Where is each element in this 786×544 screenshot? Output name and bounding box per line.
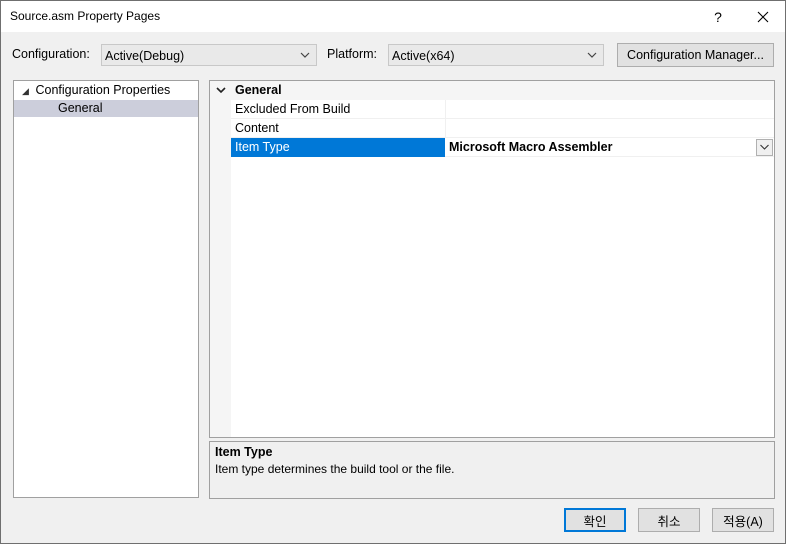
chevron-down-icon[interactable] <box>216 85 226 95</box>
collapse-triangle-icon[interactable]: ◢ <box>22 86 32 97</box>
category-label: General <box>235 83 282 97</box>
property-grid: General Excluded From Build Content Item… <box>209 80 775 438</box>
configuration-value: Active(Debug) <box>105 49 185 63</box>
property-pages-dialog: Source.asm Property Pages ? Configuratio… <box>0 0 786 544</box>
chevron-down-icon <box>587 52 597 58</box>
cancel-button[interactable]: 취소 <box>638 508 700 532</box>
chevron-down-icon <box>760 144 769 150</box>
item-type-dropdown-button[interactable] <box>756 139 773 156</box>
property-name: Excluded From Build <box>235 102 351 116</box>
window-title: Source.asm Property Pages <box>10 9 161 23</box>
configuration-label: Configuration: <box>12 47 90 61</box>
tree-item-general[interactable]: General <box>14 100 198 117</box>
close-button[interactable] <box>743 1 783 32</box>
apply-button[interactable]: 적용(A) <box>712 508 774 532</box>
platform-select[interactable]: Active(x64) <box>388 44 604 66</box>
ok-button[interactable]: 확인 <box>564 508 626 532</box>
title-bar: Source.asm Property Pages ? <box>1 1 785 32</box>
column-divider <box>445 100 446 119</box>
chevron-down-icon <box>300 52 310 58</box>
description-text: Item type determines the build tool or t… <box>215 462 455 476</box>
close-icon <box>757 11 769 22</box>
help-button[interactable]: ? <box>698 1 738 32</box>
property-row-excluded-from-build[interactable]: Excluded From Build <box>231 100 774 119</box>
property-value[interactable]: Microsoft Macro Assembler <box>449 140 612 154</box>
description-title: Item Type <box>215 445 273 459</box>
property-row-item-type[interactable]: Item Type Microsoft Macro Assembler <box>231 138 774 157</box>
property-row-content[interactable]: Content <box>231 119 774 138</box>
property-name: Item Type <box>235 140 290 154</box>
tree-item-configuration-properties[interactable]: ◢ Configuration Properties <box>22 83 170 97</box>
grid-gutter <box>210 100 231 437</box>
tree-item-label: Configuration Properties <box>35 83 171 97</box>
description-panel: Item Type Item type determines the build… <box>209 441 775 499</box>
platform-label: Platform: <box>327 47 378 61</box>
configuration-manager-button[interactable]: Configuration Manager... <box>617 43 774 67</box>
platform-value: Active(x64) <box>392 49 455 63</box>
category-tree: ◢ Configuration Properties General <box>13 80 199 498</box>
configuration-select[interactable]: Active(Debug) <box>101 44 317 66</box>
category-header[interactable]: General <box>210 81 774 100</box>
tree-item-label: General <box>58 101 103 115</box>
column-divider <box>445 119 446 138</box>
property-name: Content <box>235 121 279 135</box>
